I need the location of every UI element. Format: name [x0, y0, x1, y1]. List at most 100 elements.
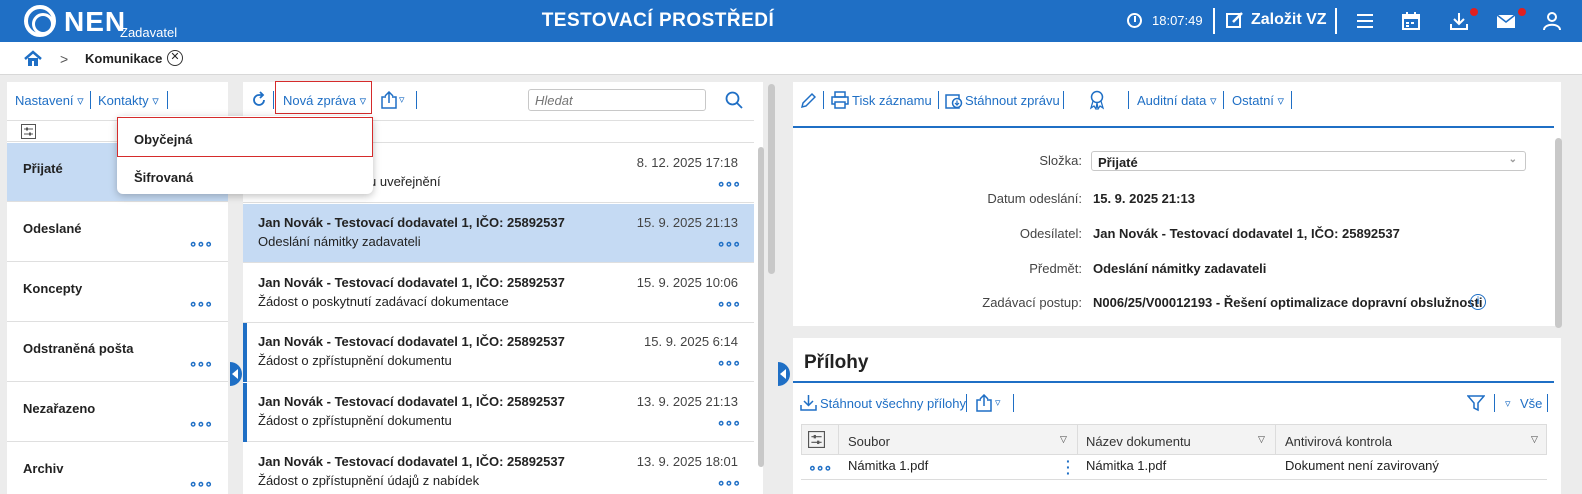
sent-date-value: 15. 9. 2025 21:13 — [1093, 191, 1195, 206]
refresh-icon[interactable] — [250, 91, 268, 109]
column-divider — [838, 424, 839, 455]
settings-menu[interactable]: Nastavení ▿ — [15, 93, 84, 109]
attachment-antivirus-cell: Dokument není zavirovaný — [1285, 458, 1439, 473]
settings-sliders-icon[interactable] — [21, 124, 36, 139]
notification-dot — [1470, 8, 1478, 16]
close-icon[interactable]: ✕ — [167, 50, 183, 66]
calendar-icon[interactable] — [1401, 11, 1421, 31]
message-subject: u uveřejnění — [369, 174, 441, 189]
settings-sliders-icon[interactable] — [808, 431, 825, 448]
sent-date-label: Datum odeslání: — [987, 191, 1082, 206]
all-filter-button[interactable]: Vše — [1520, 396, 1542, 411]
procedure-value[interactable]: N006/25/V00012193 - Řešení optimalizace … — [1093, 295, 1482, 310]
column-header-document[interactable]: Název dokumentu — [1086, 430, 1191, 454]
message-row[interactable]: Jan Novák - Testovací dodavatel 1, IČO: … — [243, 204, 754, 263]
folder-item-archive[interactable]: Archiv ∘∘∘ — [7, 443, 228, 494]
print-record-button[interactable]: Tisk záznamu — [852, 93, 932, 108]
more-options-icon[interactable]: ∘∘∘ — [717, 354, 741, 371]
all-dropdown-icon[interactable]: ▿ — [1505, 397, 1511, 410]
user-icon[interactable] — [1542, 11, 1562, 31]
toolbar-divider — [1291, 91, 1292, 109]
more-options-icon[interactable]: ∘∘∘ — [189, 475, 213, 492]
chevron-down-icon: ⌄ — [1508, 154, 1517, 165]
download-icon[interactable] — [1449, 11, 1469, 31]
menu-icon[interactable] — [1355, 11, 1375, 31]
sender-label: Odesílatel: — [1019, 226, 1082, 241]
folder-item-sent[interactable]: Odeslané ∘∘∘ — [7, 203, 228, 262]
detail-scrollbar[interactable] — [1555, 138, 1562, 328]
message-sender: Jan Novák - Testovací dodavatel 1, IČO: … — [258, 394, 565, 409]
more-options-icon[interactable]: ∘∘∘ — [717, 175, 741, 192]
more-options-icon[interactable]: ∘∘∘ — [189, 415, 213, 432]
edit-icon[interactable] — [1226, 11, 1244, 29]
message-subject: Žádost o zpřístupnění dokumentu — [258, 413, 452, 428]
folder-item-unsorted[interactable]: Nezařazeno ∘∘∘ — [7, 383, 228, 442]
search-icon[interactable] — [725, 91, 743, 109]
search-input[interactable] — [528, 89, 706, 111]
header-divider — [1213, 8, 1215, 34]
toolbar-divider — [1494, 394, 1495, 412]
page-scrollbar[interactable] — [768, 84, 775, 274]
sort-icon[interactable]: ▽ — [1531, 434, 1538, 445]
vertical-dots-icon[interactable]: · · · — [1066, 454, 1071, 480]
attachment-document-cell: Námitka 1.pdf — [1086, 458, 1167, 473]
download-message-icon[interactable] — [945, 91, 963, 109]
share-icon[interactable] — [976, 394, 992, 412]
message-date: 13. 9. 2025 18:01 — [636, 454, 738, 469]
message-date: 15. 9. 2025 6:14 — [644, 334, 738, 349]
home-icon[interactable] — [24, 50, 42, 68]
folder-select[interactable]: Přijaté ⌄ — [1091, 151, 1526, 171]
mail-icon[interactable] — [1496, 11, 1516, 31]
messages-scrollbar[interactable] — [758, 147, 764, 467]
subject-label: Předmět: — [1029, 261, 1082, 276]
message-row[interactable]: Jan Novák - Testovací dodavatel 1, IČO: … — [243, 264, 754, 323]
download-all-attachments-button[interactable]: Stáhnout všechny přílohy — [820, 396, 966, 411]
new-message-button[interactable]: Nová zpráva ▿ — [275, 81, 372, 114]
folder-item-deleted[interactable]: Odstraněná pošta ∘∘∘ — [7, 323, 228, 382]
more-options-icon[interactable]: ∘∘∘ — [717, 474, 741, 491]
toolbar-divider — [273, 91, 274, 109]
menu-item-plain[interactable]: Obyčejná — [117, 117, 373, 157]
column-header-antivirus[interactable]: Antivirová kontrola — [1285, 430, 1392, 454]
breadcrumb: > Komunikace ✕ — [0, 42, 1582, 75]
message-row[interactable]: Jan Novák - Testovací dodavatel 1, IČO: … — [243, 383, 754, 442]
attachment-file-cell[interactable]: Námitka 1.pdf — [848, 458, 928, 473]
folder-item-drafts[interactable]: Koncepty ∘∘∘ — [7, 263, 228, 322]
message-date: 13. 9. 2025 21:13 — [636, 394, 738, 409]
contacts-menu[interactable]: Kontakty ▿ — [98, 93, 159, 109]
certificate-icon[interactable] — [1088, 90, 1106, 110]
more-options-icon[interactable]: ∘∘∘ — [717, 295, 741, 312]
more-options-icon[interactable]: ∘∘∘ — [717, 235, 741, 252]
subject-value: Odeslání námitky zadavateli — [1093, 261, 1267, 276]
more-options-icon[interactable]: ∘∘∘ — [189, 355, 213, 372]
edit-icon[interactable] — [800, 91, 816, 109]
share-dropdown-icon[interactable]: ▿ — [995, 396, 1001, 409]
print-icon[interactable] — [831, 91, 849, 109]
toolbar-divider — [416, 91, 417, 109]
notification-dot — [1518, 8, 1526, 16]
sort-icon[interactable]: ▽ — [1060, 434, 1067, 445]
download-icon[interactable] — [800, 394, 817, 411]
toolbar-divider — [167, 91, 168, 109]
folder-label: Archiv — [23, 461, 64, 476]
more-options-icon[interactable]: ∘∘∘ — [808, 459, 832, 476]
download-message-button[interactable]: Stáhnout zprávu — [965, 93, 1060, 108]
share-dropdown-icon[interactable]: ▿ — [399, 93, 405, 106]
message-row[interactable]: Jan Novák - Testovací dodavatel 1, IČO: … — [243, 323, 754, 382]
filter-icon[interactable] — [1467, 394, 1485, 412]
other-menu[interactable]: Ostatní ▿ — [1232, 93, 1284, 109]
column-header-file[interactable]: Soubor — [848, 430, 890, 454]
message-row[interactable]: Jan Novák - Testovací dodavatel 1, IČO: … — [243, 443, 754, 494]
audit-data-menu[interactable]: Auditní data ▿ — [1137, 93, 1217, 109]
session-time: 18:07:49 — [1152, 13, 1203, 28]
share-icon[interactable] — [381, 91, 397, 109]
column-divider — [1275, 424, 1276, 455]
sort-icon[interactable]: ▽ — [1258, 434, 1265, 445]
create-tender-button[interactable]: Založit VZ — [1251, 11, 1327, 29]
info-icon[interactable]: i — [1470, 294, 1486, 310]
more-options-icon[interactable]: ∘∘∘ — [189, 235, 213, 252]
header-divider — [1335, 8, 1337, 34]
menu-item-encrypted[interactable]: Šifrovaná — [117, 154, 373, 194]
more-options-icon[interactable]: ∘∘∘ — [189, 295, 213, 312]
more-options-icon[interactable]: ∘∘∘ — [717, 414, 741, 431]
